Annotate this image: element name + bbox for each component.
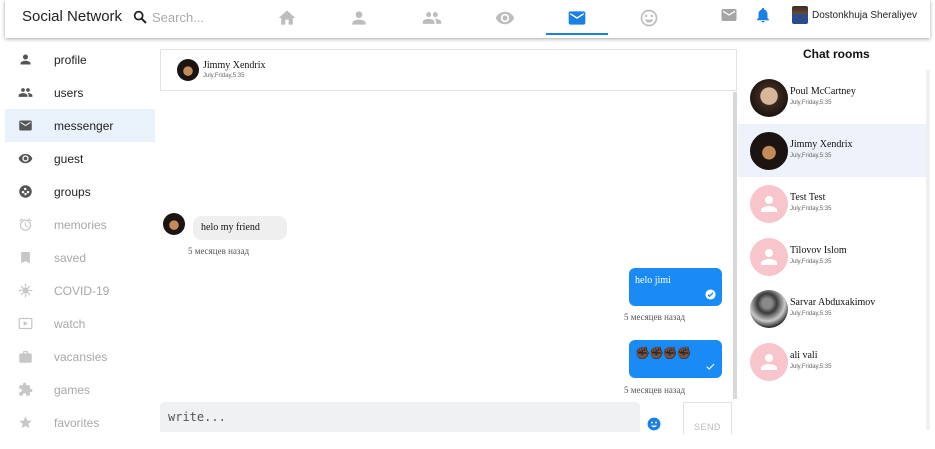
person-icon — [17, 52, 33, 68]
default-avatar-icon — [750, 185, 788, 223]
sidebar: profile users messenger guest groups mem… — [5, 43, 155, 439]
sidebar-item-profile[interactable]: profile — [5, 43, 155, 76]
rooms-scrollbar[interactable] — [926, 70, 930, 430]
contact-avatar[interactable] — [177, 59, 199, 81]
sidebar-item-label: guest — [54, 151, 84, 166]
avatar — [750, 290, 788, 328]
sidebar-item-label: memories — [54, 217, 107, 232]
sidebar-item-messenger[interactable]: messenger — [5, 109, 155, 142]
active-tab-indicator — [546, 33, 608, 35]
outgoing-message: helo jimi — [629, 268, 722, 306]
sidebar-item-saved[interactable]: saved — [5, 241, 155, 274]
nav-mail-icon[interactable] — [565, 6, 589, 30]
sidebar-item-label: saved — [54, 250, 87, 265]
current-user-name[interactable]: Dostonkhuja Sheraliyev — [812, 10, 917, 21]
avatar[interactable] — [792, 6, 808, 24]
sidebar-item-label: COVID-19 — [54, 283, 110, 298]
briefcase-icon — [17, 349, 33, 365]
sidebar-item-label: vacansies — [54, 349, 108, 364]
chat-room-item[interactable]: Sarvar Abduxakimov July,Friday,5:35 — [738, 282, 926, 335]
sidebar-item-label: favorites — [54, 415, 100, 430]
message-time: 5 месяцев назад — [624, 312, 686, 322]
avatar — [750, 132, 788, 170]
sidebar-item-label: profile — [54, 52, 87, 67]
read-check-icon — [705, 289, 716, 300]
sidebar-item-label: groups — [54, 184, 91, 199]
send-button[interactable]: SEND — [683, 402, 732, 434]
sidebar-item-users[interactable]: users — [5, 76, 155, 109]
message-text: ✊🏿✊🏿✊🏿✊🏿 — [635, 346, 692, 360]
chat-room-time: July,Friday,5:35 — [790, 364, 832, 370]
virus-icon — [17, 283, 33, 299]
message-sender-avatar — [163, 213, 185, 235]
message-time: 5 месяцев назад — [188, 246, 250, 256]
chat-room-name: Test Test — [790, 192, 826, 203]
chat-rooms-title: Chat rooms — [803, 47, 870, 61]
default-avatar-icon — [750, 238, 788, 276]
sidebar-item-groups[interactable]: groups — [5, 175, 155, 208]
search-icon[interactable] — [132, 9, 148, 25]
top-bar: Social Network Dostonkhuja Sheraliyev — [5, 0, 930, 38]
sidebar-item-label: messenger — [54, 118, 114, 133]
chat-room-item[interactable]: ali vali July,Friday,5:35 — [738, 335, 926, 388]
notification-bell-icon[interactable] — [754, 6, 774, 26]
chat-room-name: Poul McCartney — [790, 86, 856, 97]
sidebar-item-covid-19[interactable]: COVID-19 — [5, 274, 155, 307]
eye-icon — [17, 151, 33, 167]
search-input[interactable] — [152, 7, 252, 27]
people-icon — [17, 85, 33, 101]
messages-icon[interactable] — [720, 6, 740, 26]
video-icon — [17, 316, 33, 332]
sent-check-icon — [705, 361, 716, 372]
chat-room-name: Tilovov Islom — [790, 245, 847, 256]
nav-eye-icon[interactable] — [493, 6, 517, 30]
contact-name[interactable]: Jimmy Xendrix — [203, 60, 266, 71]
sidebar-item-games[interactable]: games — [5, 373, 155, 406]
message-input[interactable] — [160, 402, 640, 432]
groups-icon — [17, 184, 33, 200]
app-title[interactable]: Social Network — [22, 8, 122, 25]
mail-icon — [17, 118, 33, 134]
sidebar-item-guest[interactable]: guest — [5, 142, 155, 175]
chat-room-time: July,Friday,5:35 — [790, 100, 832, 106]
sidebar-item-label: games — [54, 382, 91, 397]
message-text: helo jimi — [635, 275, 671, 286]
sidebar-item-watch[interactable]: watch — [5, 307, 155, 340]
chat-room-time: July,Friday,5:35 — [790, 206, 832, 212]
bookmark-icon — [17, 250, 33, 266]
sidebar-item-vacansies[interactable]: vacansies — [5, 340, 155, 373]
contact-last-seen: July,Friday,5:35 — [203, 73, 245, 79]
nav-person-icon[interactable] — [347, 6, 371, 30]
message-time: 5 месяцев назад — [624, 385, 686, 395]
chat-room-time: July,Friday,5:35 — [790, 311, 832, 317]
alarm-icon — [17, 217, 33, 233]
avatar — [750, 79, 788, 117]
emoji-icon[interactable] — [647, 417, 661, 431]
chat-room-time: July,Friday,5:35 — [790, 153, 832, 159]
incoming-message: helo my friend — [193, 216, 287, 240]
nav-smiley-icon[interactable] — [637, 6, 661, 30]
chat-room-item[interactable]: Tilovov Islom July,Friday,5:35 — [738, 230, 926, 283]
chat-scrollbar[interactable] — [733, 92, 737, 399]
chat-room-name: Jimmy Xendrix — [790, 139, 853, 150]
chat-room-time: July,Friday,5:35 — [790, 259, 832, 265]
star-icon — [17, 415, 33, 431]
chat-room-name: ali vali — [790, 350, 818, 361]
sidebar-item-label: watch — [54, 316, 86, 331]
chat-room-item[interactable]: Jimmy Xendrix July,Friday,5:35 — [738, 124, 926, 177]
sidebar-item-favorites[interactable]: favorites — [5, 406, 155, 439]
chat-header: Jimmy Xendrix July,Friday,5:35 — [160, 49, 737, 91]
sidebar-item-label: users — [54, 85, 84, 100]
chat-room-item[interactable]: Poul McCartney July,Friday,5:35 — [738, 71, 926, 124]
default-avatar-icon — [750, 343, 788, 381]
puzzle-icon — [17, 382, 33, 398]
sidebar-item-memories[interactable]: memories — [5, 208, 155, 241]
chat-room-item[interactable]: Test Test July,Friday,5:35 — [738, 177, 926, 230]
chat-room-name: Sarvar Abduxakimov — [790, 297, 876, 308]
outgoing-message: ✊🏿✊🏿✊🏿✊🏿 — [629, 340, 722, 378]
nav-home-icon[interactable] — [275, 6, 299, 30]
nav-people-icon[interactable] — [420, 6, 444, 30]
